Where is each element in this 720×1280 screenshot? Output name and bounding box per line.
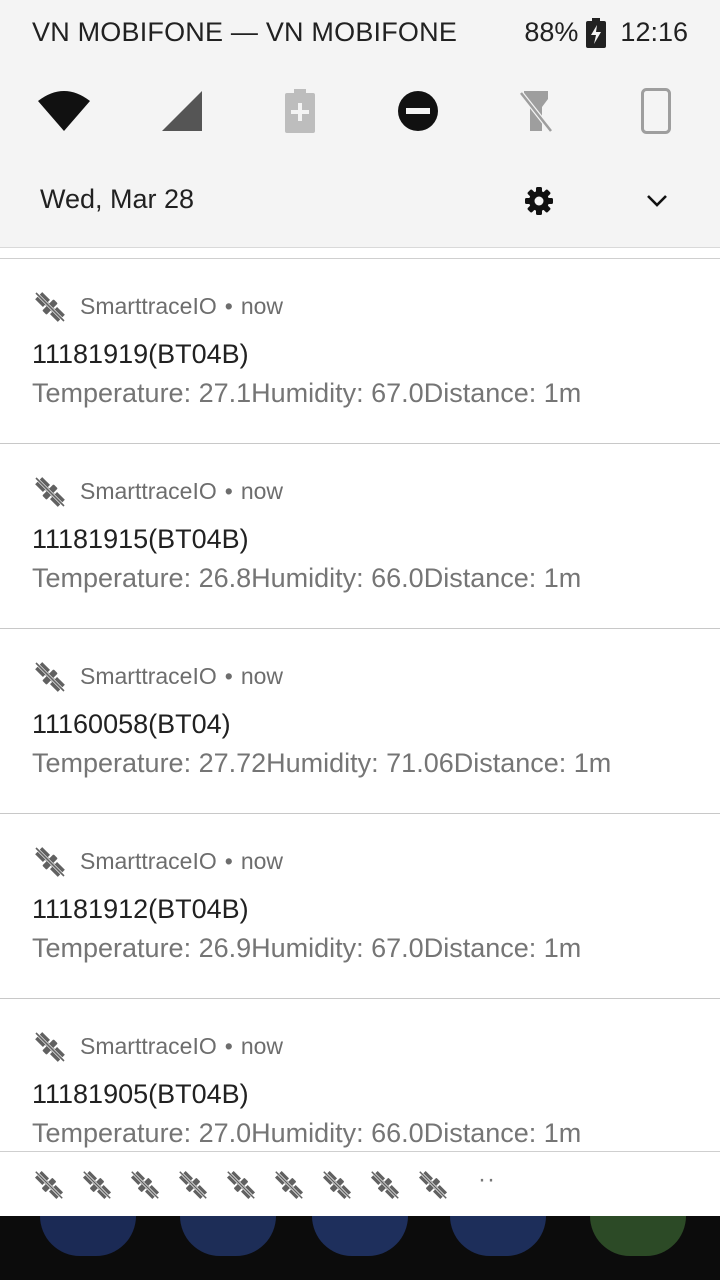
satellite-icon [416,1168,450,1202]
notification-list: SmarttraceIO • now 11181919(BT04B) Tempera… [0,259,720,1151]
cellular-signal-icon[interactable] [151,80,213,142]
notification-title: 11181912(BT04B) [32,894,249,924]
app-name: SmarttraceIO [80,293,217,319]
notification-time: now [240,663,284,689]
app-icon-peek [40,1216,136,1256]
satellite-icon [176,1168,210,1202]
notification-header: SmarttraceIO • now [80,663,283,690]
notification-header: SmarttraceIO • now [80,478,283,505]
notification-card[interactable]: SmarttraceIO • now 11181915(BT04B) Tempera… [0,444,720,629]
satellite-icon [32,474,68,510]
notification-text: Temperature: 27.1Humidity: 67.0Distance:… [32,378,582,408]
app-name: SmarttraceIO [80,1033,217,1059]
battery-percent: 88% [524,17,579,47]
notification-card[interactable]: SmarttraceIO • now 11181919(BT04B) Tempera… [0,259,720,444]
satellite-icon [272,1168,306,1202]
satellite-icon [320,1168,354,1202]
battery-charging-icon [586,17,607,48]
notification-text: Temperature: 27.0Humidity: 66.0Distance:… [32,1118,582,1148]
do-not-disturb-icon[interactable] [387,80,449,142]
satellite-icon [32,659,68,695]
satellite-icon [32,1029,68,1065]
app-name: SmarttraceIO [80,848,217,874]
notification-title: 11181915(BT04B) [32,524,249,554]
satellite-icon [80,1168,114,1202]
notification-header: SmarttraceIO • now [80,848,283,875]
separator-dot: • [224,293,233,319]
notification-time: now [240,293,284,319]
satellite-icon [368,1168,402,1202]
notification-time: now [240,478,284,504]
separator-dot: • [224,478,233,504]
more-indicator: ·· [478,1166,496,1193]
separator-dot: • [224,1033,233,1059]
auto-rotate-icon[interactable] [625,80,687,142]
notification-text: Temperature: 27.72Humidity: 71.06Distanc… [32,748,612,778]
date-label: Wed, Mar 28 [40,184,195,214]
app-icon-peek [590,1216,686,1256]
separator-dot: • [224,848,233,874]
notification-text: Temperature: 26.9Humidity: 67.0Distance:… [32,933,582,963]
satellite-icon [32,1168,66,1202]
carrier-label: VN MOBIFONE — VN MOBIFONE [32,17,458,47]
notification-title: 11181905(BT04B) [32,1079,249,1109]
notification-header: SmarttraceIO • now [80,1033,283,1060]
notification-time: now [240,1033,284,1059]
shade-divider [0,248,720,259]
quick-settings-tiles [0,80,720,142]
notification-overflow-shelf[interactable]: ·· [0,1151,720,1216]
app-icon-peek [312,1216,408,1256]
app-icon-peek [180,1216,276,1256]
app-name: SmarttraceIO [80,478,217,504]
app-name: SmarttraceIO [80,663,217,689]
gear-icon [525,187,553,215]
satellite-icon [32,844,68,880]
expand-button[interactable] [636,180,678,222]
satellite-icon [32,289,68,325]
chevron-down-icon [647,195,667,207]
flashlight-off-icon[interactable] [505,80,567,142]
notification-header: SmarttraceIO • now [80,293,283,320]
settings-button[interactable] [518,180,560,222]
status-right: 88% 12:16 [524,17,688,48]
app-icon-peek [450,1216,546,1256]
battery-saver-icon[interactable] [269,80,331,142]
satellite-icon [128,1168,162,1202]
home-background-peek [0,1216,720,1280]
notification-title: 11160058(BT04) [32,709,231,739]
wifi-icon[interactable] [33,80,95,142]
notification-card[interactable]: SmarttraceIO • now 11160058(BT04) Temperat… [0,629,720,814]
notification-time: now [240,848,284,874]
satellite-icon [224,1168,258,1202]
notification-title: 11181919(BT04B) [32,339,249,369]
notification-text: Temperature: 26.8Humidity: 66.0Distance:… [32,563,582,593]
notification-card[interactable]: SmarttraceIO • now 11181905(BT04B) Tempera… [0,999,720,1151]
separator-dot: • [224,663,233,689]
quick-settings-panel: VN MOBIFONE — VN MOBIFONE 88% 12:16 Wed,… [0,0,720,248]
notification-card[interactable]: SmarttraceIO • now 11181912(BT04B) Tempera… [0,814,720,999]
clock: 12:16 [620,17,688,47]
